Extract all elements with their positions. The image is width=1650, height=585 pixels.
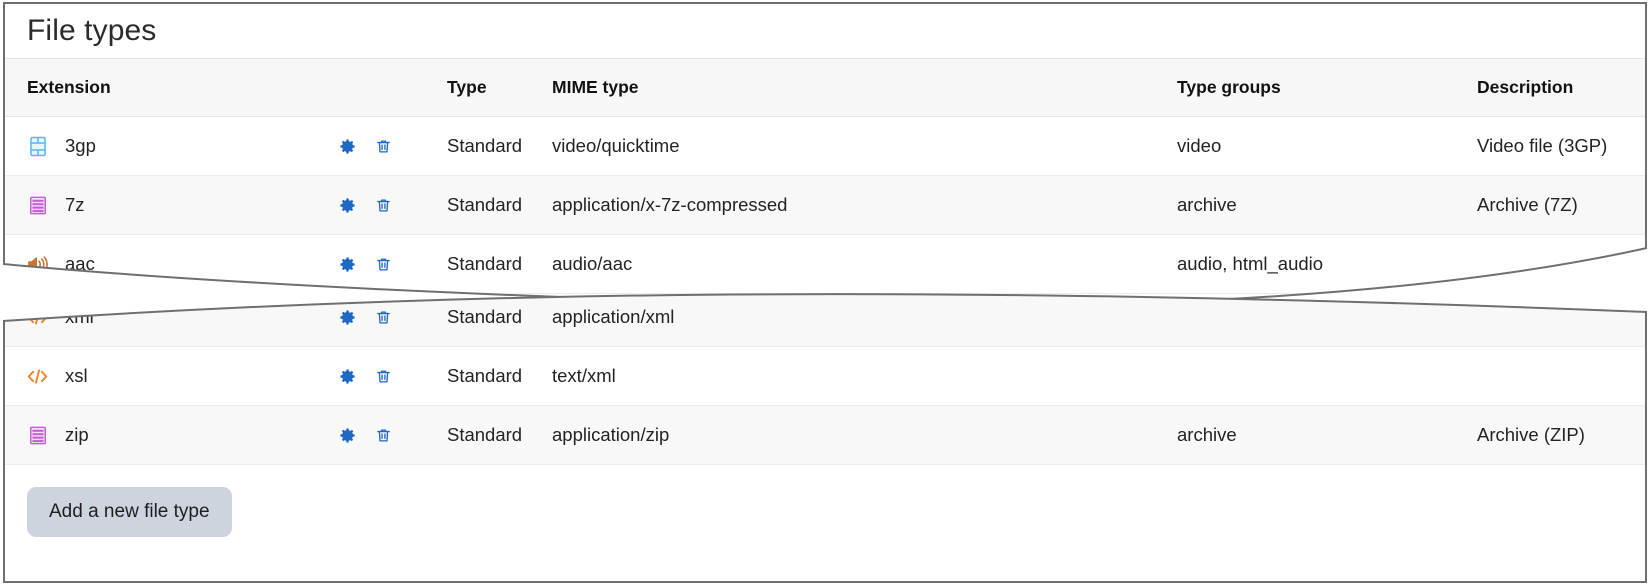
cell-type: Standard [447,288,552,347]
file-types-page: File types Extension Type MIME type Type… [0,0,1650,585]
cell-extension: xml [5,288,337,347]
table-row: aac Standard audio/aac audio, html_audio [5,235,1647,294]
file-extension-label: aac [65,252,95,274]
trash-icon[interactable] [373,135,393,157]
cell-type: Standard [447,176,552,235]
gear-icon[interactable] [337,424,357,446]
cell-description [1477,347,1647,406]
trash-icon[interactable] [373,365,393,387]
page-title-bar: File types [5,4,1645,58]
cell-actions [337,176,447,235]
cell-extension: aac [5,235,337,294]
cell-mime-type: video/quicktime [552,117,1177,176]
table-body-bottom: xml Standard application/xml xsl Standard tex… [5,288,1647,465]
file-types-table-bottom: xml Standard application/xml xsl Standard tex… [5,288,1647,465]
cell-type-groups: video [1177,117,1477,176]
gear-icon[interactable] [337,306,357,328]
video-file-icon [27,134,48,158]
trash-icon[interactable] [373,253,393,275]
cell-description [1477,288,1647,347]
cell-mime-type: application/zip [552,406,1177,465]
cell-type-groups [1177,347,1477,406]
trash-icon[interactable] [373,424,393,446]
cell-type: Standard [447,347,552,406]
audio-file-icon [27,252,48,276]
trash-icon[interactable] [373,194,393,216]
cell-extension: zip [5,406,337,465]
table-row: xml Standard application/xml [5,288,1647,347]
cell-type: Standard [447,406,552,465]
cell-type-groups: archive [1177,406,1477,465]
cell-description: Video file (3GP) [1477,117,1647,176]
cell-actions [337,406,447,465]
table-footer: Add a new file type [5,465,1645,537]
table-row: xsl Standard text/xml [5,347,1647,406]
cell-description: Archive (ZIP) [1477,406,1647,465]
column-header-extension[interactable]: Extension [5,59,337,117]
cell-type: Standard [447,235,552,294]
cell-extension: 3gp [5,117,337,176]
table-body-top: 3gp Standard video/quicktime video Video fil… [5,117,1647,294]
file-types-panel-top: File types Extension Type MIME type Type… [3,2,1647,294]
cell-mime-type: application/xml [552,288,1177,347]
file-extension-label: 7z [65,193,85,215]
file-extension-label: xml [65,305,94,327]
add-new-file-type-button[interactable]: Add a new file type [27,487,232,537]
gear-icon[interactable] [337,365,357,387]
archive-file-icon [27,423,48,447]
table-header-row: Extension Type MIME type Type groups Des… [5,59,1647,117]
column-header-actions [337,59,447,117]
file-types-table-top: Extension Type MIME type Type groups Des… [5,58,1647,294]
file-extension-label: xsl [65,364,88,386]
archive-file-icon [27,193,48,217]
column-header-mime-type[interactable]: MIME type [552,59,1177,117]
file-extension-label: 3gp [65,134,96,156]
cell-type: Standard [447,117,552,176]
gear-icon[interactable] [337,135,357,157]
code-file-icon [27,305,48,329]
table-row: 7z Standard application/x-7z-compressed arc… [5,176,1647,235]
cell-extension: 7z [5,176,337,235]
gear-icon[interactable] [337,194,357,216]
cell-actions [337,347,447,406]
table-row: zip Standard application/zip archive Archive… [5,406,1647,465]
table-row: 3gp Standard video/quicktime video Video fil… [5,117,1647,176]
cell-actions [337,235,447,294]
column-header-description[interactable]: Description [1477,59,1647,117]
file-types-panel-bottom: xml Standard application/xml xsl Standard tex… [3,288,1647,583]
code-file-icon [27,364,48,388]
column-header-type[interactable]: Type [447,59,552,117]
cell-actions [337,117,447,176]
cell-extension: xsl [5,347,337,406]
cell-mime-type: text/xml [552,347,1177,406]
gear-icon[interactable] [337,253,357,275]
page-title: File types [27,14,157,47]
cell-description [1477,235,1647,294]
cell-type-groups [1177,288,1477,347]
trash-icon[interactable] [373,306,393,328]
column-header-type-groups[interactable]: Type groups [1177,59,1477,117]
cell-description: Archive (7Z) [1477,176,1647,235]
table-header: Extension Type MIME type Type groups Des… [5,59,1647,117]
cell-actions [337,288,447,347]
cell-type-groups: archive [1177,176,1477,235]
cell-type-groups: audio, html_audio [1177,235,1477,294]
file-extension-label: zip [65,423,89,445]
cell-mime-type: audio/aac [552,235,1177,294]
cell-mime-type: application/x-7z-compressed [552,176,1177,235]
